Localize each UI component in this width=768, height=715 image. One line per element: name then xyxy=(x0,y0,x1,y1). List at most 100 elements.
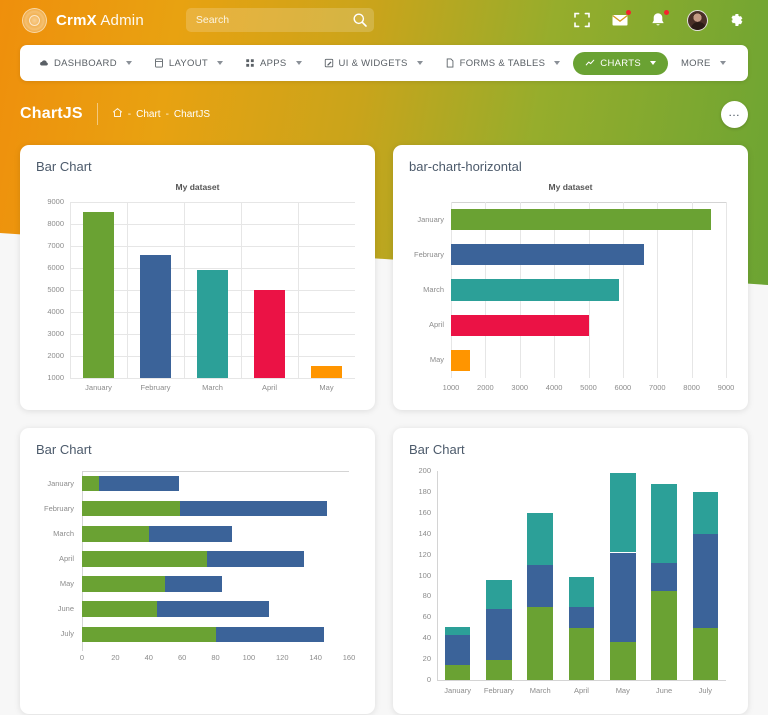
y-tick-label: 1000 xyxy=(47,373,64,382)
search-icon[interactable] xyxy=(352,12,368,28)
y-tick-label: May xyxy=(59,579,74,589)
bar-segment xyxy=(692,491,719,534)
x-tick-label: 4000 xyxy=(545,383,563,392)
bar-segment xyxy=(651,483,677,563)
nav-item-apps[interactable]: APPS xyxy=(236,52,311,75)
nav-label: UI & WIDGETS xyxy=(338,57,408,69)
chart-canvas-horizontal-bar[interactable]: 1000 2000 3000 4000 5000 6000 7000 8000 9000 Janu… xyxy=(409,196,734,396)
card-title: Bar Chart xyxy=(36,159,92,174)
more-options-button[interactable]: … xyxy=(721,100,748,128)
axis-line xyxy=(82,471,349,472)
x-tick-label: 80 xyxy=(211,653,220,662)
home-icon[interactable] xyxy=(112,107,123,121)
nav-item-forms-tables[interactable]: FORMS & TABLES xyxy=(436,52,570,75)
y-tick-label: 120 xyxy=(418,549,431,559)
y-tick-label: 8000 xyxy=(47,219,64,228)
gridline xyxy=(70,202,71,378)
mail-icon[interactable] xyxy=(611,9,631,30)
bar xyxy=(196,270,229,378)
y-tick-label: 0 xyxy=(426,675,431,684)
gear-icon[interactable] xyxy=(727,11,746,30)
chart-canvas-stacked-vertical-bar[interactable]: 0 20 40 60 80 100 120 140 160 180 200 January Februa… xyxy=(409,465,732,700)
file-icon xyxy=(446,58,453,68)
layout-icon xyxy=(155,58,163,68)
x-tick-label: April xyxy=(261,383,277,392)
nav-item-dashboard[interactable]: DASHBOARD xyxy=(30,52,141,75)
gridline xyxy=(70,378,355,379)
card-bar-chart-stacked-vertical: Bar Chart 0 20 40 60 80 100 120 140 160 180 200 Jan… xyxy=(393,428,748,714)
x-tick-label: January xyxy=(444,686,471,695)
y-tick-label: 160 xyxy=(418,507,431,517)
fullscreen-icon[interactable] xyxy=(573,11,592,30)
gridline xyxy=(184,202,185,378)
bar xyxy=(451,349,470,371)
x-tick-label: May xyxy=(319,383,334,392)
bar-segment xyxy=(98,475,179,492)
x-tick-label: 7000 xyxy=(648,383,666,392)
y-tick-label: June xyxy=(57,604,74,614)
avatar[interactable] xyxy=(687,9,708,31)
x-tick-label: 40 xyxy=(144,653,153,662)
y-tick-label: 100 xyxy=(418,570,431,580)
nav-item-more[interactable]: MORE xyxy=(672,52,735,75)
nav-item-charts[interactable]: CHARTS xyxy=(573,51,668,75)
x-tick-label: 9000 xyxy=(717,383,735,392)
bar xyxy=(139,254,172,378)
bell-badge-dot xyxy=(664,9,669,15)
y-tick-label: April xyxy=(58,554,74,563)
x-tick-label: 140 xyxy=(309,653,322,662)
x-tick-label: 1000 xyxy=(442,383,460,392)
breadcrumb-item-chartjs[interactable]: ChartJS xyxy=(174,109,210,120)
bar-segment xyxy=(82,576,166,592)
search-box[interactable] xyxy=(185,8,374,32)
pencil-square-icon xyxy=(324,58,333,68)
y-tick-label: March xyxy=(423,285,444,294)
y-tick-label: March xyxy=(53,528,74,538)
main-nav: DASHBOARD LAYOUT APPS UI & WIDGETS FORMS… xyxy=(20,45,748,81)
card-bar-chart-vertical: Bar Chart My dataset 1000 2000 3000 4000 500… xyxy=(20,145,375,410)
bar-segment xyxy=(486,608,512,661)
x-tick-label: May xyxy=(615,686,630,695)
breadcrumb: - Chart - ChartJS xyxy=(112,107,210,121)
bar-segment xyxy=(568,606,595,628)
breadcrumb-separator: - xyxy=(165,108,169,120)
bar-segment xyxy=(215,626,324,643)
y-tick-label: 80 xyxy=(422,591,431,601)
x-tick-label: 160 xyxy=(342,653,356,662)
app-header: CrmX Admin xyxy=(0,0,768,40)
bar-segment xyxy=(207,551,304,567)
bar-segment xyxy=(82,601,158,618)
chevron-down-icon xyxy=(554,61,561,65)
page-root: CrmX Admin Search DASHBOARD LAYOUT APPS … xyxy=(0,0,768,715)
y-tick-label: July xyxy=(60,629,74,639)
x-tick-label: April xyxy=(573,686,589,695)
x-tick-label: 3000 xyxy=(511,383,529,392)
y-tick-label: January xyxy=(47,478,74,488)
axis-line xyxy=(437,471,438,680)
card-bar-chart-horizontal: bar-chart-horizontal My dataset 1000 2000… xyxy=(393,145,748,410)
brand-name-light: Admin xyxy=(96,11,144,29)
bar-segment xyxy=(568,576,595,607)
bar-segment xyxy=(486,579,512,609)
x-tick-label: June xyxy=(655,686,673,695)
nav-item-layout[interactable]: LAYOUT xyxy=(145,52,232,75)
x-tick-label: March xyxy=(529,686,551,695)
chart-canvas-stacked-horizontal-bar[interactable]: 0 20 40 60 80 100 120 140 160 January February Marc… xyxy=(36,465,359,665)
axis-line xyxy=(437,680,726,681)
fingerprint-logo-icon xyxy=(22,7,47,33)
chart-canvas-vertical-bar[interactable]: 1000 2000 3000 4000 5000 6000 7000 8000 9000 Janu… xyxy=(36,196,359,396)
breadcrumb-item-chart[interactable]: Chart xyxy=(136,109,160,120)
brand[interactable]: CrmX Admin xyxy=(22,7,144,33)
nav-label: MORE xyxy=(680,57,711,69)
charts-grid: Bar Chart My dataset 1000 2000 3000 4000 500… xyxy=(20,145,748,714)
chevron-down-icon xyxy=(719,61,726,65)
bar-segment xyxy=(609,552,636,643)
search-input[interactable] xyxy=(185,8,374,32)
x-tick-label: 8000 xyxy=(683,383,700,392)
bar-segment xyxy=(527,606,553,680)
bell-icon[interactable] xyxy=(649,9,669,30)
bar-segment xyxy=(180,500,328,517)
chevron-down-icon xyxy=(217,61,223,65)
y-tick-label: 2000 xyxy=(47,351,64,360)
nav-item-ui-widgets[interactable]: UI & WIDGETS xyxy=(315,52,432,75)
